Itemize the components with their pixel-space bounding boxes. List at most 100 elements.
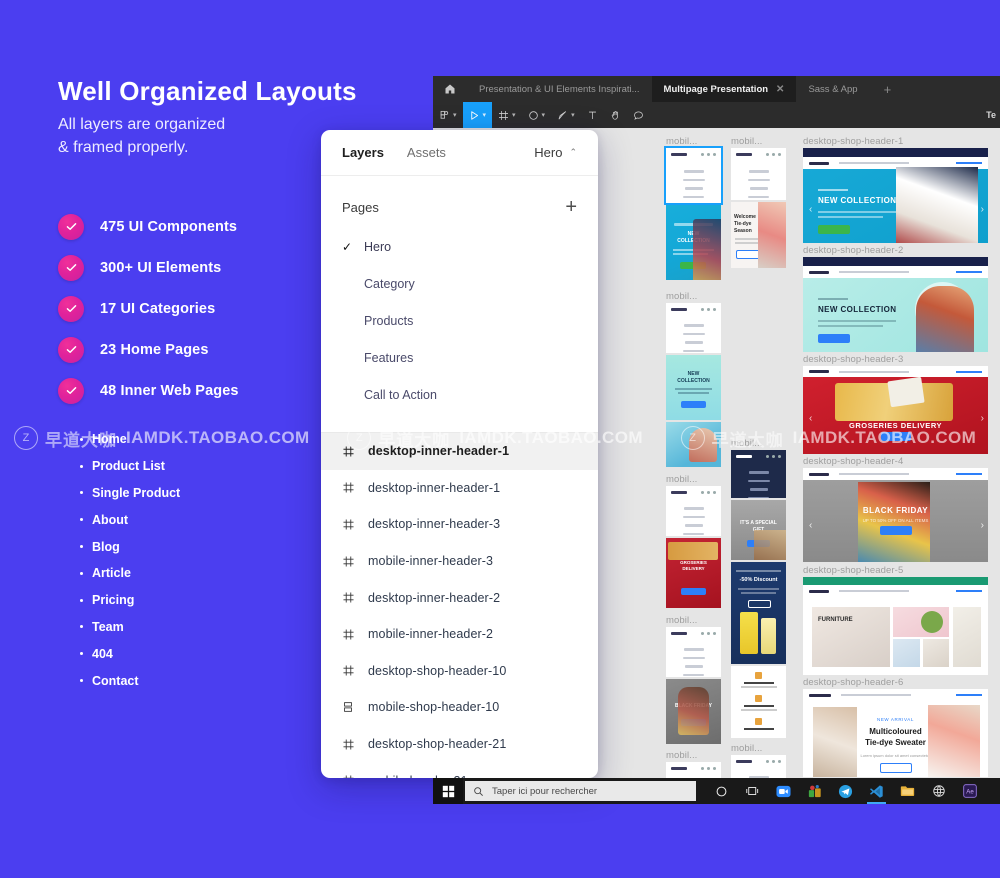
artboard-desktop-shop-header-5[interactable]: FURNITURE: [803, 577, 988, 675]
artboard-desktop-shop-header-1[interactable]: NEW COLLECTION ‹ ›: [803, 148, 988, 243]
artboard-mobile-2-photo[interactable]: [666, 422, 721, 467]
layer-item[interactable]: mobile-inner-header-2: [321, 616, 598, 653]
artboard-mobile-3-hero[interactable]: GROSERIES DELIVERY: [666, 538, 721, 608]
nav-item-product-list[interactable]: Product List: [80, 453, 330, 480]
add-page-button[interactable]: +: [565, 197, 577, 217]
artboard-mobile-b1-nav[interactable]: [731, 148, 786, 200]
nav-item-label: Contact: [92, 673, 139, 688]
page-item-hero[interactable]: ✓ Hero: [321, 228, 598, 265]
nav-item-blog[interactable]: Blog: [80, 533, 330, 560]
nav-item-single-product[interactable]: Single Product: [80, 480, 330, 507]
artboard-mobile-b3-promo[interactable]: -50% Discount: [731, 562, 786, 664]
hash-icon: [342, 518, 368, 531]
pen-icon[interactable]: ▾: [551, 102, 581, 128]
artboard-mobile-b2-hero[interactable]: IT'S A SPECIALGIFT: [731, 500, 786, 560]
artboard-desktop-shop-header-3[interactable]: GROSERIES DELIVERY ‹ ›: [803, 366, 988, 454]
tab-sass-and-app[interactable]: Sass & App: [796, 76, 869, 102]
feature-item: 300+ UI Elements: [58, 247, 358, 288]
artboard-desktop-shop-header-6[interactable]: NEW ARRIVAL Multicoloured Tie-dye Sweater…: [803, 689, 988, 777]
layer-item[interactable]: mobile-shop-header-10: [321, 689, 598, 726]
figma-home-icon[interactable]: [433, 76, 467, 102]
layer-item[interactable]: mobile-inner-header-3: [321, 543, 598, 580]
hand-icon[interactable]: [604, 102, 627, 128]
tab-assets[interactable]: Assets: [407, 145, 446, 160]
hash-icon: [342, 628, 368, 641]
shape-ellipse-icon[interactable]: ▾: [522, 102, 552, 128]
text-icon[interactable]: [581, 102, 604, 128]
page-item-features[interactable]: Features: [321, 339, 598, 376]
artboard-desktop-shop-header-4[interactable]: BLACK FRIDAY UP TO 50% OFF ON ALL ITEMS …: [803, 468, 988, 562]
nav-item-label: Article: [92, 566, 131, 581]
start-icon[interactable]: [433, 778, 463, 804]
app-icon[interactable]: [799, 778, 830, 804]
artboard-mobile-b2-nav[interactable]: [731, 450, 786, 498]
artboard-mobile-3-nav[interactable]: [666, 486, 721, 536]
feature-label: 48 Inner Web Pages: [100, 382, 239, 399]
nav-item-label: About: [92, 512, 129, 527]
frame-label: desktop-shop-header-3: [803, 354, 904, 365]
artboard-desktop-shop-header-2[interactable]: NEW COLLECTION: [803, 257, 988, 352]
page-item-products[interactable]: Products: [321, 302, 598, 339]
task-view-icon[interactable]: [737, 778, 768, 804]
artboard-mobile-5-nav[interactable]: [666, 762, 721, 778]
move-cursor-icon[interactable]: ▾: [462, 102, 493, 128]
frame-label: mobil...: [666, 136, 698, 147]
search-input[interactable]: Taper ici pour rechercher: [465, 781, 696, 801]
artboard-mobile-b4-nav[interactable]: [731, 755, 786, 778]
artboard-mobile-2-nav[interactable]: [666, 303, 721, 353]
nav-item-404[interactable]: 404: [80, 640, 330, 667]
artboard-mobile-b1-hero[interactable]: Welcome Tie-dye Season: [731, 202, 786, 268]
tab-layers[interactable]: Layers: [342, 145, 384, 160]
nav-item-contact[interactable]: Contact: [80, 667, 330, 694]
artboard-mobile-4-nav[interactable]: [666, 627, 721, 677]
zoom-icon[interactable]: [768, 778, 799, 804]
file-explorer-icon[interactable]: [892, 778, 923, 804]
close-icon[interactable]: ✕: [776, 84, 784, 95]
vscode-icon[interactable]: [861, 778, 892, 804]
after-effects-icon[interactable]: Ae: [954, 778, 985, 804]
check-circle-icon: [58, 254, 84, 281]
layer-item[interactable]: desktop-inner-header-2: [321, 579, 598, 616]
nav-item-article[interactable]: Article: [80, 560, 330, 587]
artboard-mobile-2-hero[interactable]: NEW COLLECTION: [666, 355, 721, 420]
new-tab-button[interactable]: +: [870, 76, 906, 102]
artboard-mobile-1-hero[interactable]: NEWCOLLECTION: [666, 205, 721, 280]
layer-label: desktop-shop-header-10: [368, 663, 507, 678]
artboard-mobile-1-nav[interactable]: [666, 148, 721, 203]
comment-icon[interactable]: [627, 102, 650, 128]
layer-label: desktop-inner-header-2: [368, 590, 501, 605]
tab-presentation-ui-elements[interactable]: Presentation & UI Elements Inspirati...: [467, 76, 652, 102]
bullet-icon: [80, 625, 83, 629]
layer-item[interactable]: desktop-inner-header-3: [321, 506, 598, 543]
page-label: Call to Action: [364, 387, 437, 402]
nav-item-about[interactable]: About: [80, 506, 330, 533]
current-page-label: Hero: [534, 145, 563, 160]
tab-label: Multipage Presentation: [663, 83, 769, 95]
menu-icon[interactable]: ▾: [433, 102, 463, 128]
layer-item[interactable]: desktop-inner-header-1: [321, 433, 598, 470]
page-item-call-to-action[interactable]: Call to Action: [321, 376, 598, 413]
page-item-category[interactable]: Category: [321, 265, 598, 302]
globe-icon[interactable]: [923, 778, 954, 804]
nav-item-team[interactable]: Team: [80, 614, 330, 641]
layer-item[interactable]: desktop-inner-header-1: [321, 470, 598, 507]
artboard-mobile-4-hero[interactable]: BLACK FRIDAY: [666, 679, 721, 744]
layer-item[interactable]: desktop-shop-header-21: [321, 726, 598, 763]
telegram-icon[interactable]: [830, 778, 861, 804]
layer-item[interactable]: desktop-shop-header-10: [321, 653, 598, 690]
figma-layers-panel: Layers Assets Hero ⌃ Pages + ✓ Hero Cate…: [321, 130, 598, 778]
bullet-icon: [80, 491, 83, 495]
nav-item-home[interactable]: Home: [80, 426, 330, 453]
artboard-mobile-b3-features[interactable]: [731, 666, 786, 738]
frame-icon[interactable]: ▾: [492, 102, 522, 128]
pages-title: Pages: [342, 199, 379, 215]
feature-label: 300+ UI Elements: [100, 259, 222, 276]
nav-item-pricing[interactable]: Pricing: [80, 587, 330, 614]
layer-item[interactable]: mobile-header-21: [321, 762, 598, 778]
frame-label: desktop-shop-header-4: [803, 456, 904, 467]
chevron-down-icon: ▾: [453, 112, 457, 119]
tab-multipage-presentation[interactable]: Multipage Presentation ✕: [651, 76, 797, 102]
page-label: Products: [364, 313, 414, 328]
current-page-selector[interactable]: Hero ⌃: [534, 145, 577, 160]
cortana-icon[interactable]: [706, 778, 737, 804]
